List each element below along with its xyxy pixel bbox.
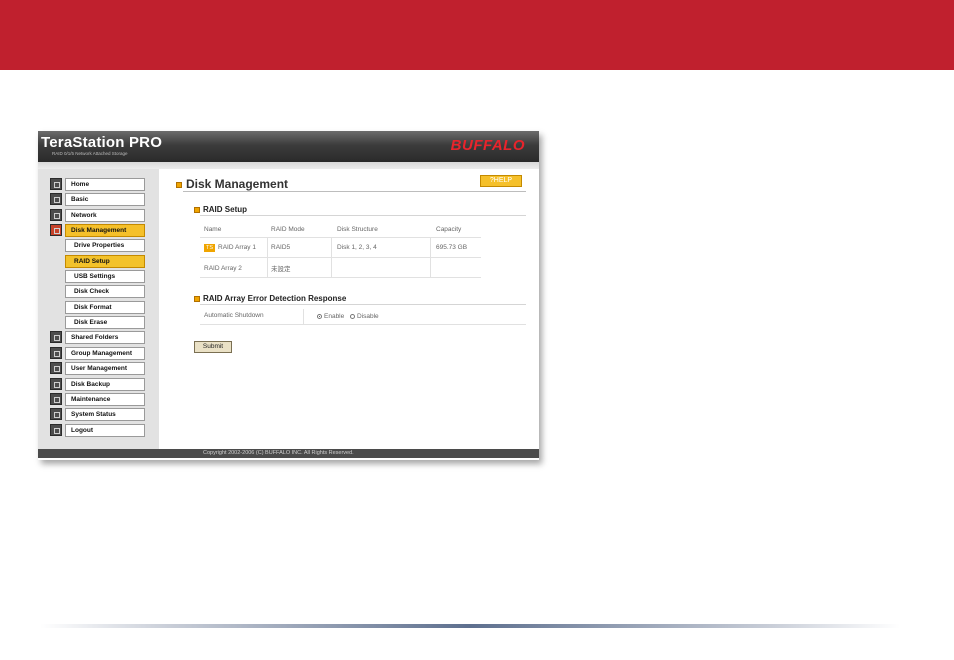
raid-setup-title: RAID Setup <box>203 205 247 214</box>
submit-button[interactable]: Submit <box>194 341 232 353</box>
sidebar-item-maintenance[interactable]: Maintenance <box>65 393 145 406</box>
sidebar-item-shared-folders[interactable]: Shared Folders <box>65 331 145 344</box>
sidebar-item-home[interactable]: Home <box>65 178 145 191</box>
buffalo-logo: BUFFALO <box>450 137 525 154</box>
col-header-raid-mode: RAID Mode <box>271 226 305 233</box>
raid-array-1-mode: RAID5 <box>271 244 291 251</box>
raid-array-2-name[interactable]: RAID Array 2 <box>204 265 242 272</box>
page-title: Disk Management <box>186 177 289 191</box>
table-row-name[interactable]: TS RAID Array 1 <box>204 244 256 252</box>
sidebar-nav: Home Basic Network Disk Management Drive… <box>38 169 159 451</box>
enable-radio[interactable] <box>317 314 322 319</box>
sidebar-item-basic[interactable]: Basic <box>65 193 145 206</box>
title-divider <box>183 191 526 192</box>
terastation-logo: TeraStation PRO <box>41 134 163 151</box>
header-strip <box>38 162 539 169</box>
sidebar-item-disk-management[interactable]: Disk Management <box>65 224 145 237</box>
disk-backup-icon <box>50 378 62 390</box>
help-button[interactable]: ?HELP <box>480 175 522 187</box>
raid-setup-divider <box>200 215 526 216</box>
sidebar-item-logout[interactable]: Logout <box>65 424 145 437</box>
sidebar-item-system-status[interactable]: System Status <box>65 408 145 421</box>
top-banner <box>0 0 954 70</box>
status-tag: TS <box>204 244 216 252</box>
group-management-icon <box>50 347 62 359</box>
copyright-text: Copyright 2002-2006 (C) BUFFALO INC. All… <box>203 450 354 456</box>
automatic-shutdown-label: Automatic Shutdown <box>204 312 264 319</box>
table-col-divider <box>430 238 431 277</box>
sidebar-item-disk-check[interactable]: Disk Check <box>65 285 145 298</box>
error-detection-divider <box>200 304 526 305</box>
sidebar-item-group-management[interactable]: Group Management <box>65 347 145 360</box>
col-header-capacity: Capacity <box>436 226 462 233</box>
sidebar-item-disk-erase[interactable]: Disk Erase <box>65 316 145 329</box>
col-header-name: Name <box>204 226 222 233</box>
network-icon <box>50 209 62 221</box>
enable-label[interactable]: Enable <box>324 313 344 320</box>
col-header-disk-structure: Disk Structure <box>337 226 378 233</box>
sidebar-item-disk-format[interactable]: Disk Format <box>65 301 145 314</box>
raid-array-2-mode: 未設定 <box>271 266 291 273</box>
table-col-divider <box>331 238 332 277</box>
bottom-gradient-rule <box>40 624 900 628</box>
sidebar-item-drive-properties[interactable]: Drive Properties <box>65 239 145 252</box>
sidebar-item-network[interactable]: Network <box>65 209 145 222</box>
title-bullet-icon <box>176 182 182 188</box>
table-row-line <box>200 277 481 278</box>
table-row-line <box>200 257 481 258</box>
sidebar-item-disk-backup[interactable]: Disk Backup <box>65 378 145 391</box>
error-detection-title: RAID Array Error Detection Response <box>203 294 347 303</box>
raid-setup-bullet-icon <box>194 207 200 213</box>
raid-array-1-name: RAID Array 1 <box>218 244 256 251</box>
maintenance-icon <box>50 393 62 405</box>
disk-management-icon <box>50 224 62 236</box>
error-detection-line <box>200 324 526 325</box>
shared-folders-icon <box>50 331 62 343</box>
home-icon <box>50 178 62 190</box>
footer-bar: Copyright 2002-2006 (C) BUFFALO INC. All… <box>38 449 539 458</box>
logo-subtitle: RAID 0/1/5 Network Attached Storage <box>52 151 128 156</box>
sidebar-item-usb-settings[interactable]: USB Settings <box>65 270 145 283</box>
logout-icon <box>50 424 62 436</box>
raid-array-1-disks: Disk 1, 2, 3, 4 <box>337 244 377 251</box>
error-detection-bullet-icon <box>194 296 200 302</box>
window-header: TeraStation PRO RAID 0/1/5 Network Attac… <box>38 131 539 162</box>
raid-array-1-capacity: 695.73 GB <box>436 244 468 251</box>
system-status-icon <box>50 408 62 420</box>
disable-radio[interactable] <box>350 314 355 319</box>
sidebar-item-raid-setup[interactable]: RAID Setup <box>65 255 145 268</box>
error-detection-col-divider <box>303 309 304 324</box>
user-management-icon <box>50 362 62 374</box>
table-col-divider <box>267 238 268 277</box>
table-header-line <box>200 237 481 238</box>
sidebar-item-user-management[interactable]: User Management <box>65 362 145 375</box>
basic-icon <box>50 193 62 205</box>
disable-label[interactable]: Disable <box>357 313 379 320</box>
